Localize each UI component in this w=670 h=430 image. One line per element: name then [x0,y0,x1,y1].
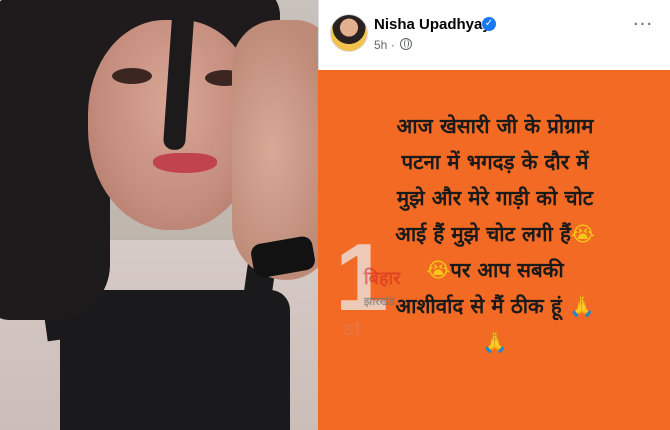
post-line-5: पर आप सबकी [450,258,564,282]
post-line-2: पटना में भगदड़ के दौर में [401,150,589,174]
crying-emoji-icon: 😭 [426,258,451,282]
post-line-4: आई हैं मुझे चोट लगी हैं [395,222,571,246]
crying-emoji-icon: 😭 [570,222,595,246]
post-line-6: आशीर्वाद से मैं ठीक हूं [395,294,562,318]
photo-lips [153,153,217,173]
watermark-line-1: बिहार [364,268,401,289]
post-photo[interactable] [0,0,318,430]
watermark-tag: st [343,318,361,340]
post-line-3: मुझे और मेरे गाड़ी को चोट [396,186,594,210]
author-avatar[interactable] [330,14,368,52]
post-meta: 5h · [374,38,413,52]
praying-hands-icon: 🙏 [482,330,508,354]
globe-icon[interactable] [400,38,413,50]
verified-badge-icon: ✓ [482,17,496,31]
more-options-icon[interactable]: ··· [628,16,658,38]
photo-overall [60,290,290,430]
praying-hands-icon: 🙏 [568,294,595,318]
meta-separator: · [390,38,395,52]
author-name[interactable]: Nisha Upadhyay [374,16,491,33]
photo-eye-left [112,68,152,84]
post-time[interactable]: 5h [374,38,387,52]
post-line-1: आज खेसारी जी के प्रोग्राम [396,114,594,138]
watermark-line-2: झारखंड [364,295,395,308]
